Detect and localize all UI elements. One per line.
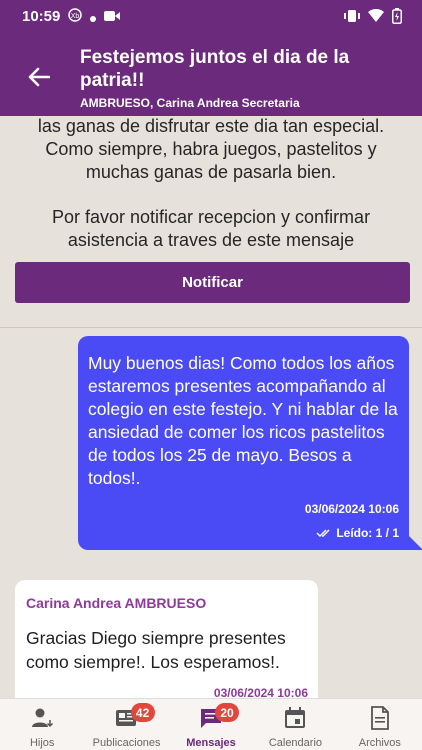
message-thread[interactable]: las ganas de disfrutar este dia tan espe… (0, 116, 422, 698)
nav-label: Hijos (29, 737, 55, 749)
read-status: Leído: 1 / 1 (316, 526, 399, 540)
vibrate-icon (344, 9, 360, 28)
app-header: Festejemos juntos el dia de la patria!! … (0, 34, 422, 116)
nav-item-calendario[interactable]: Calendario (253, 699, 337, 750)
message-text: Muy buenos dias! Como todos los años est… (88, 353, 398, 488)
nav-label: Archivos (358, 737, 401, 749)
incoming-message[interactable]: Carina Andrea AMBRUESO Gracias Diego sie… (15, 580, 318, 698)
back-button[interactable] (24, 62, 54, 92)
read-status-text: Leído: 1 / 1 (336, 526, 399, 540)
nav-item-hijos[interactable]: Hijos (0, 699, 84, 750)
sender-name: Carina Andrea AMBRUESO (26, 595, 207, 611)
notification-badge: 20 (215, 703, 240, 722)
message-text: Gracias Diego siempre presentes como sie… (26, 628, 286, 672)
nav-label: Mensajes (186, 737, 236, 749)
nav-item-archivos[interactable]: Archivos (338, 699, 422, 750)
wifi-icon (368, 8, 384, 28)
announcement-request: Por favor notificar recepcion y confirma… (51, 207, 371, 250)
nav-label: Publicaciones (92, 737, 161, 749)
nav-item-mensajes[interactable]: 20 Mensajes (169, 699, 253, 750)
status-system-icons (344, 8, 402, 29)
notification-dot-icon (90, 9, 96, 27)
divider (0, 327, 422, 328)
double-check-icon (316, 529, 330, 537)
arrow-left-icon (28, 67, 50, 87)
child-user-icon (29, 705, 55, 731)
status-notification-icons: Xb (68, 8, 120, 27)
notification-badge: 42 (130, 703, 155, 722)
calendar-icon (282, 705, 308, 731)
bottom-navigation: Hijos 42 Publicaciones 20 Mensajes Calen… (0, 698, 422, 750)
message-date: 03/06/2024 10:06 (304, 502, 399, 516)
gmail-icon: Xb (68, 8, 82, 27)
status-time: 10:59 (22, 8, 61, 25)
battery-icon (392, 8, 402, 29)
svg-text:Xb: Xb (71, 13, 80, 20)
file-icon (367, 705, 393, 731)
conversation-title: Festejemos juntos el dia de la patria!! (80, 47, 350, 91)
outgoing-message[interactable]: Muy buenos dias! Como todos los años est… (78, 336, 422, 550)
message-date: 03/06/2024 10:06 (213, 686, 308, 698)
bubble-tail (409, 536, 422, 550)
conversation-subtitle: AMBRUESO, Carina Andrea Secretaria (80, 96, 300, 110)
announcement-text: las ganas de disfrutar este dia tan espe… (37, 116, 385, 182)
notify-button[interactable]: Notificar (15, 262, 410, 303)
nav-item-publicaciones[interactable]: 42 Publicaciones (84, 699, 168, 750)
status-bar: 10:59 Xb (0, 0, 422, 34)
nav-label: Calendario (268, 737, 323, 749)
video-camera-icon (104, 9, 120, 27)
